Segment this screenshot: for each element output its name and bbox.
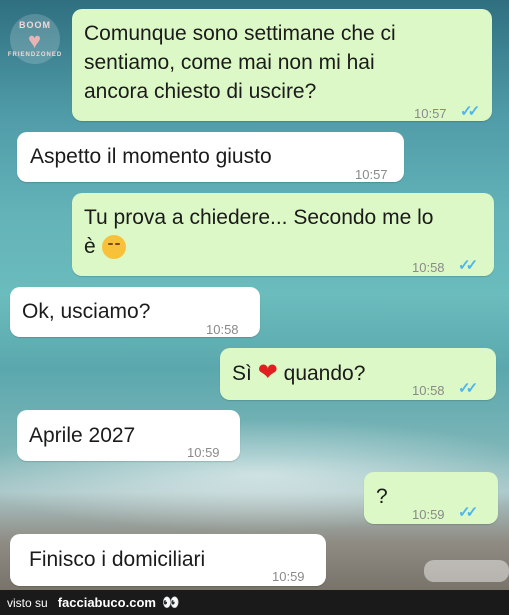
double-check-icon: ✓✓ xyxy=(458,380,478,397)
message-text-line: Tu prova a chiedere... Secondo me lo xyxy=(84,206,434,229)
message-time: 10:59 xyxy=(272,569,305,584)
message-text: ? xyxy=(376,485,388,508)
message-text: Sì xyxy=(232,362,252,385)
message-text-line: è xyxy=(84,235,96,258)
message-text: Finisco i domiciliari xyxy=(29,548,206,571)
message-text-line: sentiamo, come mai non mi hai xyxy=(84,51,375,74)
relieved-face-emoji xyxy=(101,235,126,260)
eyes-icon: 👀 xyxy=(161,594,179,610)
watermark-footer: visto su facciabuco.com 👀 xyxy=(0,590,509,615)
message-text-line: Comunque sono settimane che ci xyxy=(84,22,396,45)
boom-friendzoned-logo: BOOM ♥ FRIENDZONED xyxy=(7,14,63,64)
message-bubble-outgoing[interactable]: Tu prova a chiedere... Secondo me lo è 1… xyxy=(72,193,494,276)
message-time: 10:58 xyxy=(206,322,239,337)
message-time: 10:59 xyxy=(187,445,220,460)
partial-bubble xyxy=(424,560,509,582)
double-check-icon: ✓✓ xyxy=(458,257,478,274)
message-time: 10:58 xyxy=(412,260,445,275)
message-bubble-incoming[interactable]: Aspetto il momento giusto 10:57 xyxy=(17,132,404,182)
message-time: 10:59 xyxy=(412,507,445,522)
logo-bottom-text: FRIENDZONED xyxy=(7,52,63,58)
message-text: Ok, usciamo? xyxy=(22,300,151,323)
message-text: quando? xyxy=(283,362,366,385)
red-heart-emoji: ❤ xyxy=(257,359,278,386)
double-check-icon: ✓✓ xyxy=(458,504,478,521)
message-text: Aspetto il momento giusto xyxy=(30,145,272,168)
message-bubble-outgoing[interactable]: ? 10:59 ✓✓ xyxy=(364,472,498,524)
message-bubble-outgoing[interactable]: Comunque sono settimane che ci sentiamo,… xyxy=(72,9,492,121)
footer-seen-on: visto su xyxy=(7,595,48,610)
message-time: 10:57 xyxy=(414,106,447,121)
double-check-icon: ✓✓ xyxy=(460,103,480,120)
message-time: 10:57 xyxy=(355,167,388,182)
broken-heart-icon: ♥ xyxy=(27,28,43,53)
message-text: Aprile 2027 xyxy=(29,424,136,447)
message-bubble-incoming[interactable]: Aprile 2027 10:59 xyxy=(17,410,240,461)
message-bubble-incoming[interactable]: Ok, usciamo? 10:58 xyxy=(10,287,260,337)
message-time: 10:58 xyxy=(412,383,445,398)
footer-site-link[interactable]: facciabuco.com xyxy=(58,595,156,610)
message-bubble-incoming[interactable]: Finisco i domiciliari 10:59 xyxy=(10,534,326,586)
message-bubble-outgoing[interactable]: Sì ❤ quando? 10:58 ✓✓ xyxy=(220,348,496,400)
